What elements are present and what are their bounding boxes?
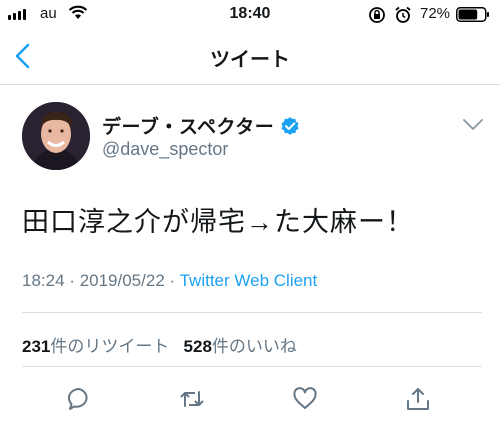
page-title: ツイート [210,49,290,71]
navigation-bar: ツイート [0,28,500,85]
meta-separator: · [69,271,75,290]
engagement-stats: 231件のリツイート 528件のいいね [22,332,297,357]
battery-percent: 72% [420,5,451,22]
user-handle[interactable]: @dave_spector [102,139,228,160]
meta-separator: · [169,271,176,290]
tweet-client-link[interactable]: Twitter Web Client [180,271,318,290]
tweet-date: 2019/05/22 [79,271,165,290]
divider [22,312,482,313]
status-bar: au 18:40 72% [0,0,500,28]
like-count: 528 [183,337,212,356]
tweet-time: 18:24 [22,271,65,290]
share-icon[interactable] [405,386,431,412]
reply-icon[interactable] [66,386,92,412]
tweet-meta: 18:24 · 2019/05/22 · Twitter Web Client [22,271,317,291]
like-label: 件のいいね [211,337,297,356]
display-name: デーブ・スペクター [102,117,275,138]
battery-icon [456,7,489,22]
retweets-stat[interactable]: 231件のリツイート [22,337,169,356]
chevron-down-icon[interactable] [462,118,484,132]
retweet-label: 件のリツイート [50,337,170,356]
alarm-icon [395,6,411,23]
verified-badge-icon [281,116,299,135]
author-name-row[interactable]: デーブ・スペクター [102,112,300,139]
likes-stat[interactable]: 528件のいいね [184,337,297,356]
avatar[interactable] [22,102,90,170]
rotation-lock-icon [369,7,385,23]
tweet-text: 田口淳之介が帰宅→た大麻ー！ [22,207,414,237]
tweet-action-bar [0,366,500,423]
like-heart-icon[interactable] [292,386,318,412]
retweet-icon[interactable] [179,386,205,412]
retweet-count: 231 [22,337,51,356]
